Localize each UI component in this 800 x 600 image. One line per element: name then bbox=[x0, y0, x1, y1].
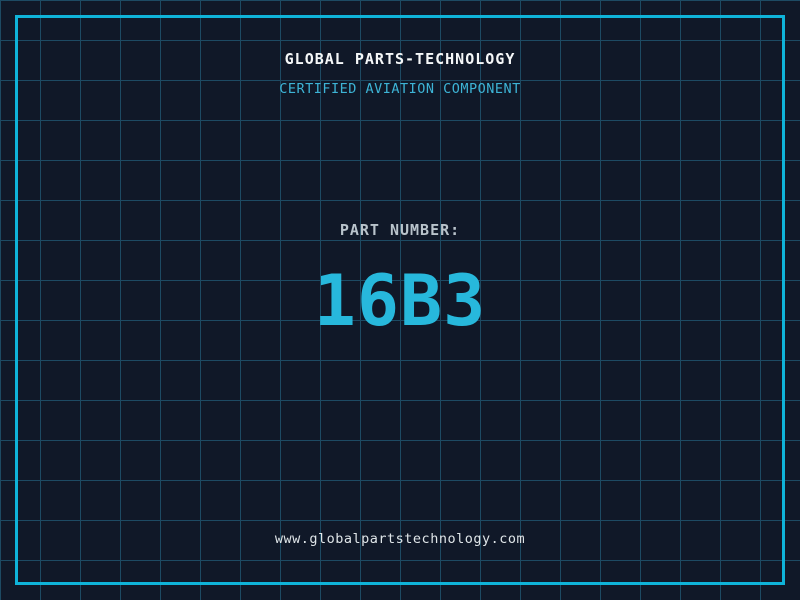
website-url: www.globalpartstechnology.com bbox=[274, 531, 526, 547]
brand-subtitle: CERTIFIED AVIATION COMPONENT bbox=[279, 81, 521, 97]
part-label-page: GLOBAL PARTS-TECHNOLOGY CERTIFIED AVIATI… bbox=[0, 0, 800, 600]
brand-title: GLOBAL PARTS-TECHNOLOGY bbox=[284, 50, 516, 68]
part-number-value: 16B3 bbox=[313, 260, 487, 342]
part-number-label: PART NUMBER: bbox=[339, 221, 461, 239]
